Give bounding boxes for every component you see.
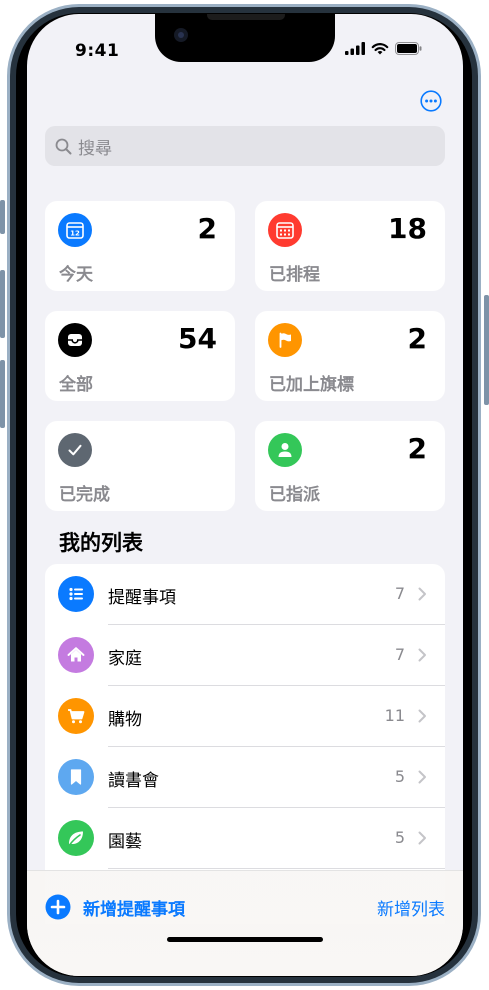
more-options-button[interactable] — [420, 90, 442, 112]
list-item-count: 5 — [394, 828, 405, 847]
list-item-count: 7 — [394, 645, 405, 664]
smart-list-label: 已完成 — [59, 485, 110, 505]
smart-list-count: 2 — [407, 322, 427, 355]
smart-list-label: 已指派 — [269, 485, 320, 505]
smart-list-label: 今天 — [59, 265, 93, 285]
cellular-signal-icon — [345, 42, 365, 55]
status-icons — [345, 42, 422, 55]
list-item-name: 讀書會 — [108, 771, 159, 791]
new-reminder-label: 新增提醒事項 — [83, 899, 185, 920]
smart-list-completed[interactable]: 已完成 — [45, 421, 235, 511]
smart-list-count: 54 — [178, 322, 217, 355]
list-item-gardening[interactable]: 園藝 5 — [45, 808, 445, 869]
chevron-right-icon — [418, 709, 426, 723]
home-indicator[interactable] — [167, 937, 323, 942]
smart-list-flagged[interactable]: 2 已加上旗標 — [255, 311, 445, 401]
search-bar[interactable]: 搜尋 — [45, 126, 445, 166]
volume-up-button — [0, 270, 5, 338]
my-lists-title: 我的列表 — [59, 531, 143, 555]
smart-list-label: 已排程 — [269, 265, 320, 285]
smart-list-all[interactable]: 54 全部 — [45, 311, 235, 401]
calendar-icon — [268, 213, 302, 247]
list-item-shopping[interactable]: 購物 11 — [45, 686, 445, 747]
list-item-reminders[interactable]: 提醒事項 7 — [45, 564, 445, 625]
smart-list-label: 全部 — [59, 375, 93, 395]
list-item-count: 5 — [394, 767, 405, 786]
leaf-icon — [58, 820, 94, 856]
list-item-name: 家庭 — [108, 649, 142, 669]
chevron-right-icon — [418, 770, 426, 784]
wifi-icon — [371, 43, 389, 55]
status-time: 9:41 — [75, 41, 120, 61]
smart-list-count: 18 — [388, 212, 427, 245]
chevron-right-icon — [418, 831, 426, 845]
list-item-name: 提醒事項 — [108, 588, 176, 608]
new-reminder-button[interactable]: 新增提醒事項 — [45, 894, 185, 920]
list-item-name: 園藝 — [108, 832, 142, 852]
flag-icon — [268, 323, 302, 357]
volume-down-button — [0, 360, 5, 428]
cart-icon — [58, 698, 94, 734]
list-bullet-icon — [58, 576, 94, 612]
calendar-today-icon: 12 — [58, 213, 92, 247]
side-button — [484, 295, 489, 405]
list-item-count: 11 — [384, 706, 405, 725]
svg-text:12: 12 — [70, 230, 80, 238]
house-icon — [58, 637, 94, 673]
smart-list-assigned[interactable]: 2 已指派 — [255, 421, 445, 511]
bookmark-icon — [58, 759, 94, 795]
person-icon — [268, 433, 302, 467]
list-item-book-club[interactable]: 讀書會 5 — [45, 747, 445, 808]
screen: 9:41 搜尋 12 2 今天 18 已排程 54 全部 2 已加上旗標 已完成… — [27, 14, 463, 976]
search-placeholder: 搜尋 — [78, 138, 112, 159]
smart-list-count: 2 — [407, 432, 427, 465]
smart-list-label: 已加上旗標 — [269, 375, 354, 395]
checkmark-icon — [58, 433, 92, 467]
ellipsis-circle-icon — [420, 90, 442, 112]
list-item-family[interactable]: 家庭 7 — [45, 625, 445, 686]
list-item-count: 7 — [394, 584, 405, 603]
notch — [155, 14, 335, 62]
smart-list-today[interactable]: 12 2 今天 — [45, 201, 235, 291]
camera-icon — [174, 28, 188, 42]
plus-circle-icon — [45, 894, 71, 920]
list-item-name: 購物 — [108, 710, 142, 730]
smart-list-scheduled[interactable]: 18 已排程 — [255, 201, 445, 291]
chevron-right-icon — [418, 587, 426, 601]
bottom-toolbar: 新增提醒事項 新增列表 — [27, 870, 463, 976]
add-list-button[interactable]: 新增列表 — [377, 895, 445, 920]
battery-icon — [395, 42, 422, 55]
chevron-right-icon — [418, 648, 426, 662]
mute-switch — [0, 200, 5, 234]
search-icon — [55, 138, 72, 154]
smart-list-count: 2 — [197, 212, 217, 245]
tray-icon — [58, 323, 92, 357]
